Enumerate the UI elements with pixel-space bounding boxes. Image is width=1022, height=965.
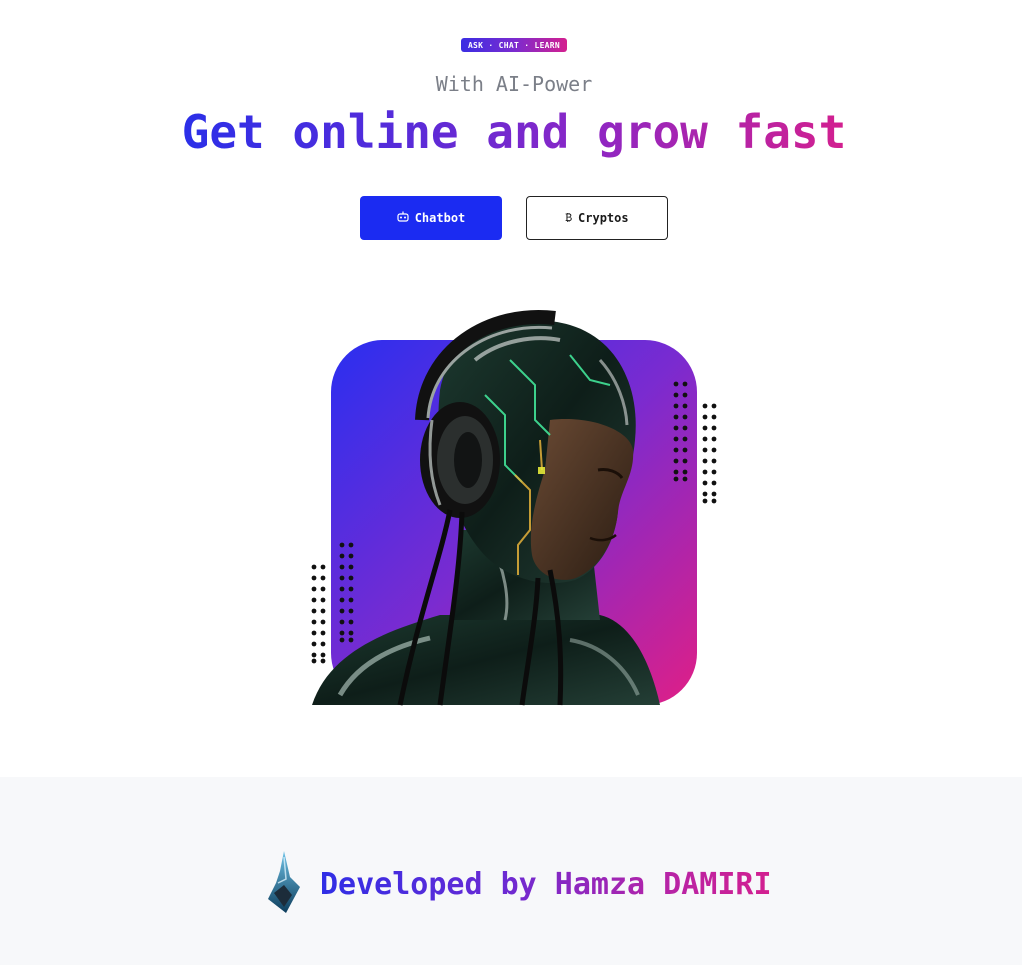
cryptos-button[interactable]: ₿ Cryptos	[526, 196, 668, 240]
bitcoin-icon: ₿	[565, 211, 573, 224]
hero-headline: Get online and grow fast	[0, 104, 1022, 160]
hero-section: ASK · CHAT · LEARN With AI-Power Get onl…	[0, 0, 1022, 777]
hero-headline-text: Get online and grow fast	[181, 105, 847, 159]
chatbot-button[interactable]: Chatbot	[360, 196, 502, 240]
hero-subtitle: With AI-Power	[435, 72, 593, 96]
hero-illustration	[300, 300, 730, 720]
footer-credit-row: Developed by Hamza DAMIRI	[266, 849, 772, 919]
chatbot-button-label: Chatbot	[414, 211, 466, 225]
developer-credit: Developed by Hamza DAMIRI	[320, 866, 772, 902]
brand-logo-icon	[266, 849, 302, 919]
ai-humanoid-illustration	[311, 310, 717, 706]
cryptos-button-label: Cryptos	[578, 211, 629, 225]
robot-icon	[397, 211, 409, 225]
tagline-badge: ASK · CHAT · LEARN	[461, 38, 567, 52]
footer: Developed by Hamza DAMIRI	[0, 777, 1022, 965]
